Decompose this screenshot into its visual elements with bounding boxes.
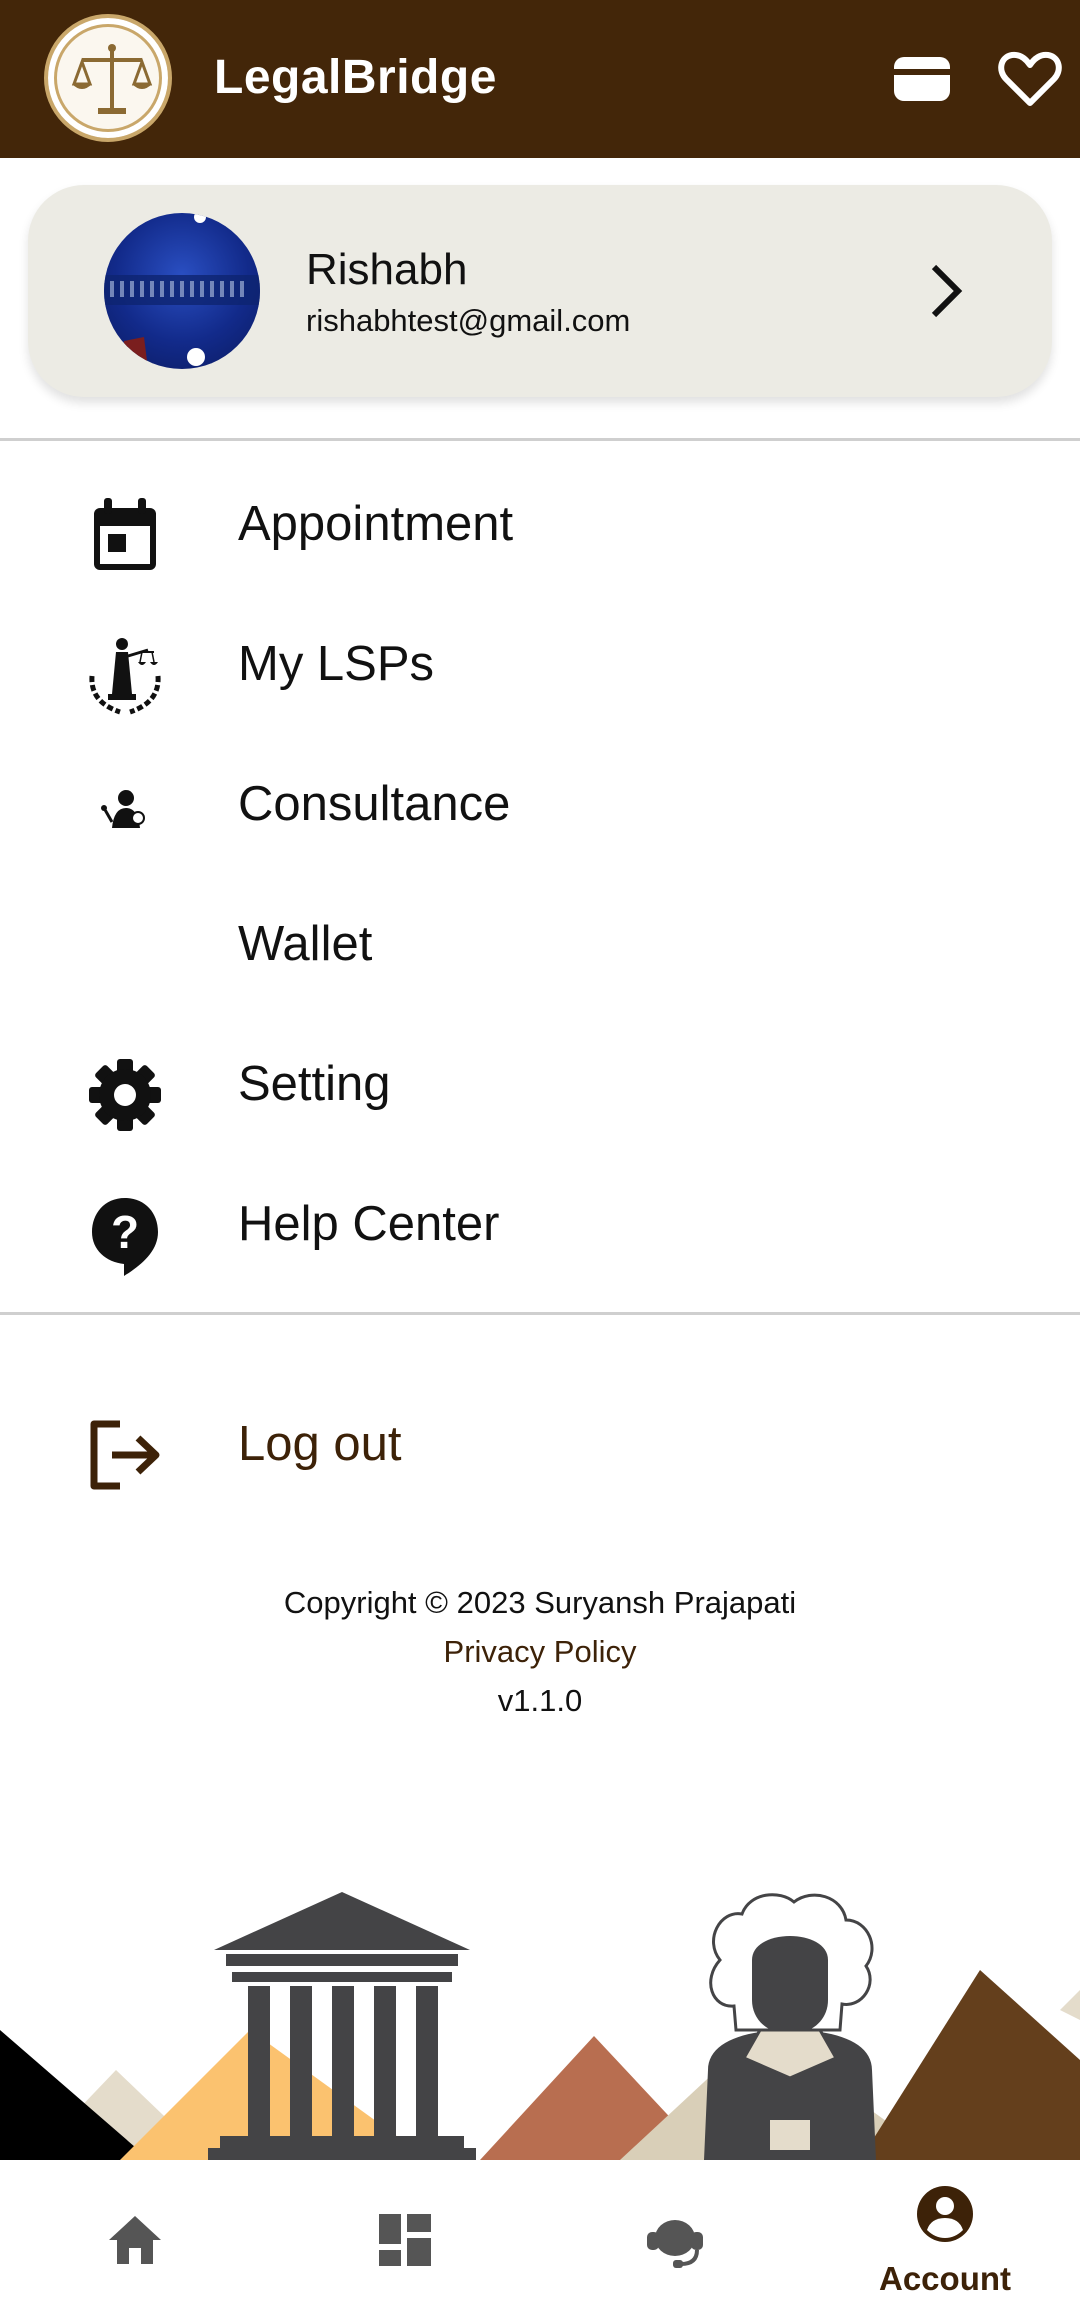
nav-home[interactable] [0, 2160, 270, 2320]
logout-button[interactable]: Log out [0, 1382, 1080, 1502]
bottom-nav: Account [0, 2160, 1080, 2320]
logout-icon [82, 1412, 168, 1498]
logout-label: Log out [238, 1417, 402, 1471]
home-icon [105, 2210, 165, 2270]
dashboard-icon [375, 2210, 435, 2270]
profile-card[interactable]: Rishabh rishabhtest@gmail.com [28, 185, 1052, 397]
divider [0, 1312, 1080, 1315]
menu-item-help-center[interactable]: ? Help Center [0, 1162, 1080, 1282]
account-icon [915, 2184, 975, 2244]
consultant-icon [82, 772, 168, 858]
menu-label: Help Center [238, 1197, 500, 1251]
chevron-right-icon[interactable] [918, 263, 974, 319]
support-headset-icon [645, 2210, 705, 2270]
profile-name: Rishabh [306, 245, 468, 294]
wallet-icon[interactable] [890, 49, 954, 109]
calendar-icon [82, 492, 168, 578]
nav-account-label: Account [879, 2260, 1011, 2297]
help-icon: ? [82, 1192, 168, 1278]
justice-statue-icon [82, 632, 168, 718]
legalbridge-logo [44, 14, 172, 142]
menu-label: Wallet [238, 917, 373, 971]
app-bar: LegalBridge [0, 0, 1080, 158]
menu-item-consultance[interactable]: Consultance [0, 742, 1080, 862]
privacy-policy-link[interactable]: Privacy Policy [0, 1634, 1080, 1670]
gear-icon [82, 1052, 168, 1138]
heart-icon[interactable] [998, 49, 1062, 109]
menu-label: My LSPs [238, 637, 435, 691]
menu-label: Setting [238, 1057, 391, 1111]
svg-text:?: ? [111, 1206, 139, 1258]
nav-account[interactable]: Account [810, 2160, 1080, 2320]
avatar [104, 213, 260, 369]
profile-email: rishabhtest@gmail.com [306, 303, 631, 338]
app-title: LegalBridge [214, 51, 497, 104]
menu-item-my-lsps[interactable]: My LSPs [0, 602, 1080, 722]
menu-item-wallet[interactable]: Wallet [0, 882, 1080, 1002]
divider [0, 438, 1080, 441]
version-text: v1.1.0 [497, 1683, 583, 1718]
menu-label: Consultance [238, 777, 511, 831]
nav-support[interactable] [540, 2160, 810, 2320]
copyright-text: Copyright © 2023 Suryansh Prajapati [283, 1585, 797, 1620]
courthouse-illustration [0, 1880, 1080, 2160]
menu-label: Appointment [238, 497, 514, 551]
nav-dashboard[interactable] [270, 2160, 540, 2320]
menu-item-appointment[interactable]: Appointment [0, 462, 1080, 582]
menu-item-setting[interactable]: Setting [0, 1022, 1080, 1142]
